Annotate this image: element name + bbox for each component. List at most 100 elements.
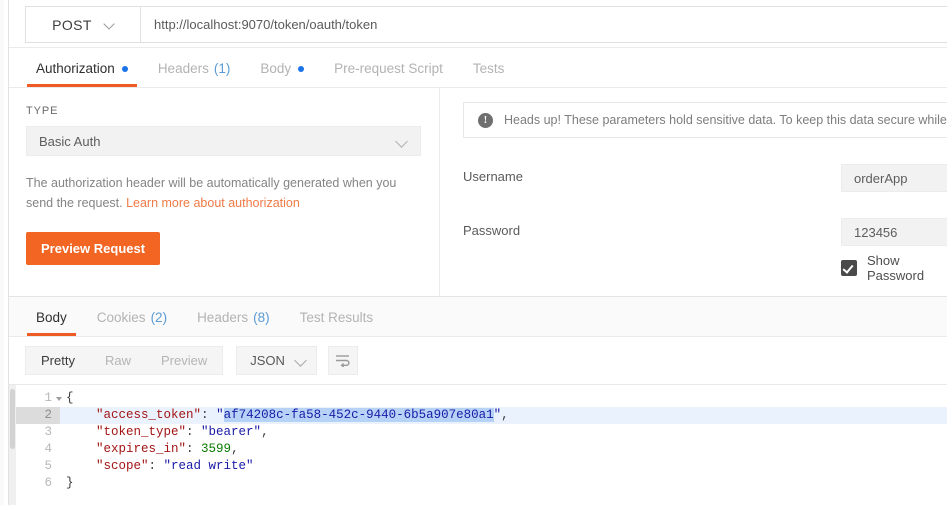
chevron-down-icon xyxy=(296,356,305,365)
password-row: Password 123456 xyxy=(463,218,947,246)
line-number-text: 2 xyxy=(44,408,52,422)
url-text: http://localhost:9070/token/oauth/token xyxy=(154,17,378,32)
url-input[interactable]: http://localhost:9070/token/oauth/token xyxy=(140,6,947,43)
line-number: 5 xyxy=(16,458,60,475)
response-tab-cookies[interactable]: Cookies (2) xyxy=(82,310,182,336)
authorization-pane: TYPE Basic Auth The authorization header… xyxy=(9,88,947,296)
show-password-label: Show Password xyxy=(867,253,925,283)
response-body-viewer: 1{2 "access_token": "af74208c-fa58-452c-… xyxy=(9,384,947,505)
code-line-content: { xyxy=(60,390,74,407)
checkbox-checked-icon[interactable] xyxy=(841,260,857,276)
username-label: Username xyxy=(463,169,523,184)
sidebar-edge xyxy=(0,0,9,505)
code-line-content: "token_type": "bearer", xyxy=(60,424,269,441)
code-token: , xyxy=(501,408,509,422)
code-token: : xyxy=(186,425,202,439)
request-tab-authorization[interactable]: Authorization xyxy=(21,61,143,87)
tab-label: Cookies xyxy=(96,310,146,325)
code-token: "scope" xyxy=(96,459,149,473)
show-password-toggle[interactable]: Show Password xyxy=(463,253,947,283)
request-tab-tests[interactable]: Tests xyxy=(458,61,520,87)
authorization-type-panel: TYPE Basic Auth The authorization header… xyxy=(9,88,440,296)
code-token: " xyxy=(216,408,224,422)
response-scrollbar-thumb[interactable] xyxy=(10,389,15,449)
response-toolbar: Pretty Raw Preview JSON xyxy=(9,337,947,384)
code-token: "bearer" xyxy=(201,425,262,439)
code-token: "token_type" xyxy=(96,425,187,439)
response-language-select[interactable]: JSON xyxy=(236,346,317,375)
code-token: : xyxy=(186,442,202,456)
response-scrollbar[interactable] xyxy=(9,385,16,505)
word-wrap-button[interactable] xyxy=(327,346,358,375)
line-number: 2 xyxy=(16,407,60,424)
code-token: , xyxy=(231,442,239,456)
tab-label: Pre-request Script xyxy=(334,61,443,76)
code-line-content: "scope": "read write" xyxy=(60,458,254,475)
view-mode-preview[interactable]: Preview xyxy=(146,347,222,374)
code-token: { xyxy=(66,391,74,405)
code-line-content: "access_token": "af74208c-fa58-452c-9440… xyxy=(60,407,509,424)
fold-toggle-icon[interactable] xyxy=(56,397,62,401)
code-line[interactable]: 1{ xyxy=(16,390,947,407)
type-label: TYPE xyxy=(26,105,59,117)
password-label: Password xyxy=(463,223,521,238)
view-mode-pretty[interactable]: Pretty xyxy=(26,347,90,374)
code-line[interactable]: 6} xyxy=(16,475,947,492)
tab-label: Test Results xyxy=(299,310,374,325)
response-tab-body[interactable]: Body xyxy=(21,310,82,336)
auth-type-value: Basic Auth xyxy=(39,133,101,149)
code-token: "access_token" xyxy=(96,408,202,422)
response-tab-test-results[interactable]: Test Results xyxy=(285,310,389,336)
unsaved-indicator-dot xyxy=(121,65,128,72)
password-value: 123456 xyxy=(854,224,898,240)
line-number: 4 xyxy=(16,441,60,458)
line-number-text: 5 xyxy=(44,459,52,473)
request-tab-pre-request-script[interactable]: Pre-request Script xyxy=(319,61,458,87)
response-code[interactable]: 1{2 "access_token": "af74208c-fa58-452c-… xyxy=(16,390,947,505)
code-line[interactable]: 5 "scope": "read write" xyxy=(16,458,947,475)
code-token: " xyxy=(493,408,502,422)
line-number: 3 xyxy=(16,424,60,441)
code-token: , xyxy=(261,425,269,439)
line-number-text: 3 xyxy=(44,425,52,439)
request-tab-body[interactable]: Body xyxy=(245,61,319,87)
preview-request-button[interactable]: Preview Request xyxy=(26,232,161,265)
postman-window: POST http://localhost:9070/token/oauth/t… xyxy=(0,0,947,505)
sidebar-edge-fill xyxy=(0,0,4,505)
code-token: "read write" xyxy=(163,459,254,473)
unsaved-indicator-dot xyxy=(298,65,305,72)
line-number: 6 xyxy=(16,475,60,492)
sensitive-data-notice: ! Heads up! These parameters hold sensit… xyxy=(463,102,947,138)
tab-label: Tests xyxy=(472,61,505,76)
response-language-value: JSON xyxy=(250,353,285,368)
line-number-text: 4 xyxy=(44,442,52,456)
auth-type-select[interactable]: Basic Auth xyxy=(26,126,421,156)
line-number-text: 1 xyxy=(44,391,52,405)
tab-count: (2) xyxy=(150,310,168,325)
code-token: : xyxy=(201,408,217,422)
code-token: } xyxy=(66,476,74,490)
code-line-content: } xyxy=(60,475,74,492)
line-number: 1 xyxy=(16,390,62,407)
code-token: : xyxy=(148,459,164,473)
tab-label: Body xyxy=(260,61,292,76)
username-input[interactable]: orderApp xyxy=(841,164,947,192)
tab-label: Authorization xyxy=(36,61,115,76)
code-line[interactable]: 3 "token_type": "bearer", xyxy=(16,424,947,441)
word-wrap-icon xyxy=(336,355,350,367)
request-tab-headers[interactable]: Headers (1) xyxy=(143,61,246,87)
response-tab-headers[interactable]: Headers (8) xyxy=(182,310,285,336)
password-input[interactable]: 123456 xyxy=(841,218,947,246)
selected-token: af74208c-fa58-452c-9440-6b5a907e80a1 xyxy=(223,408,494,422)
view-mode-raw[interactable]: Raw xyxy=(90,347,146,374)
learn-more-link[interactable]: Learn more about authorization xyxy=(126,196,300,210)
code-line[interactable]: 4 "expires_in": 3599, xyxy=(16,441,947,458)
http-method-label: POST xyxy=(52,16,92,33)
tab-count: (1) xyxy=(213,61,231,76)
code-line[interactable]: 2 "access_token": "af74208c-fa58-452c-94… xyxy=(16,407,947,424)
code-token: "expires_in" xyxy=(96,442,187,456)
http-method-selector[interactable]: POST xyxy=(25,6,140,43)
